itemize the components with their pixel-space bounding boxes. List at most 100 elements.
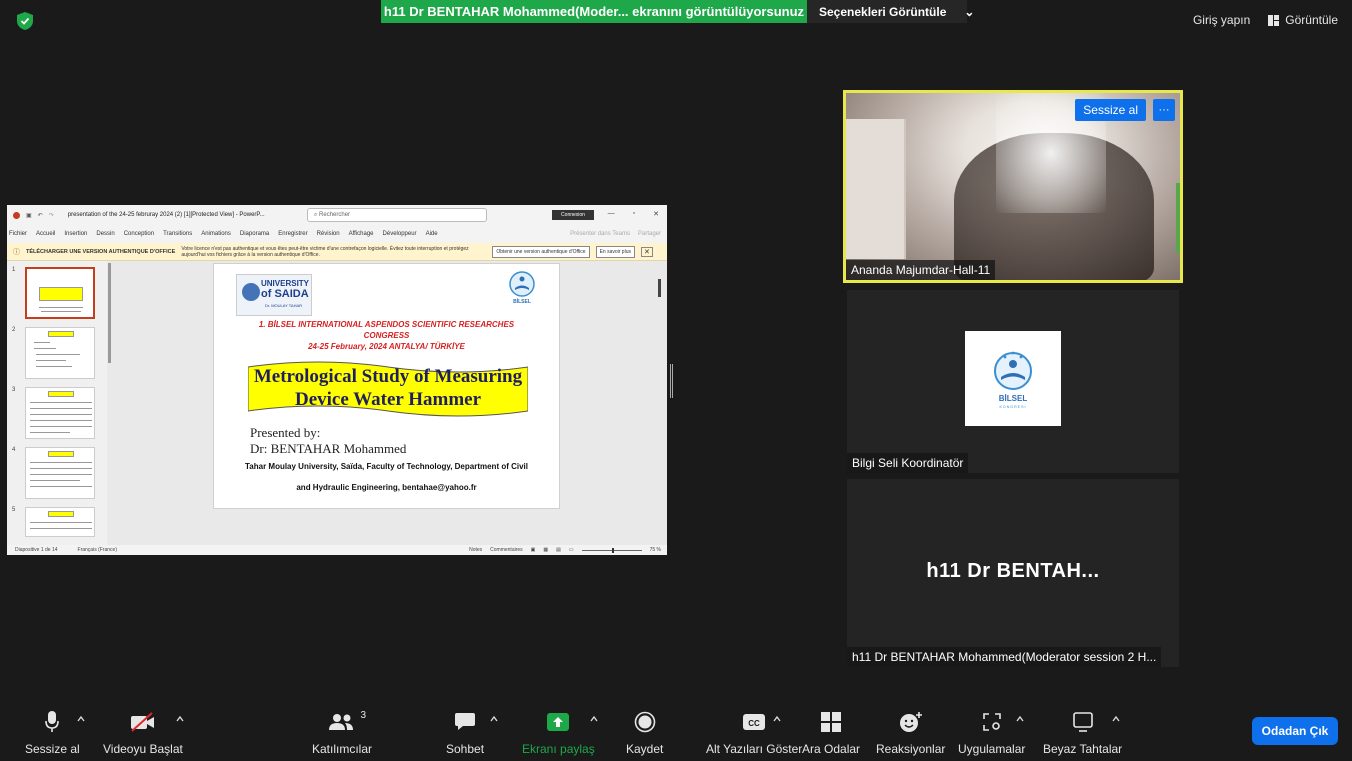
redo-icon[interactable]: ↷	[49, 212, 54, 219]
more-options-button[interactable]: ···	[1153, 99, 1175, 121]
menu-revision[interactable]: Révision	[317, 231, 340, 237]
normal-view-icon[interactable]: ▣	[531, 547, 536, 553]
chat-options-caret-icon[interactable]	[490, 715, 498, 723]
globe-icon	[242, 283, 260, 301]
menu-conception[interactable]: Conception	[124, 231, 154, 237]
view-label: Görüntüle	[1285, 13, 1338, 27]
breakout-rooms-icon	[821, 712, 842, 732]
menu-fichier[interactable]: Fichier	[9, 231, 27, 237]
video-off-icon	[130, 712, 154, 732]
video-options-caret-icon[interactable]	[176, 715, 184, 723]
captions-options-caret-icon[interactable]	[773, 715, 781, 723]
show-captions-label: Alt Yazıları Göster	[706, 742, 803, 756]
slide-thumbnail[interactable]	[25, 267, 95, 319]
menu-dessin[interactable]: Dessin	[96, 231, 114, 237]
start-video-label: Videoyu Başlat	[103, 742, 183, 756]
slide-thumbnails-panel[interactable]: 1 2 3 4 5	[7, 261, 107, 545]
language: Français (France)	[77, 547, 117, 553]
powerpoint-app-icon	[13, 211, 20, 219]
view-button[interactable]: Görüntüle	[1268, 13, 1338, 27]
record-label: Kaydet	[626, 742, 664, 756]
zoom-slider[interactable]	[581, 547, 642, 553]
record-icon	[634, 711, 655, 733]
share-options-caret-icon[interactable]	[590, 715, 598, 723]
affiliation-line2: and Hydraulic Engineering, bentahae@yaho…	[296, 483, 477, 492]
thumbnails-scrollbar[interactable]	[108, 263, 111, 363]
menu-aide[interactable]: Aide	[426, 231, 438, 237]
slide-thumbnail[interactable]	[25, 327, 95, 379]
close-icon[interactable]: ✕	[653, 210, 659, 218]
warning-message: Votre licence n'est pas authentique et v…	[181, 245, 469, 258]
menu-developpeur[interactable]: Développeur	[383, 231, 417, 237]
closed-captions-icon: CC	[743, 714, 766, 730]
menu-insertion[interactable]: Insertion	[64, 231, 87, 237]
connect-button[interactable]: Connexion	[552, 210, 594, 220]
info-icon: ⓘ	[13, 248, 20, 256]
minimize-icon[interactable]: —	[608, 210, 615, 218]
leave-room-button[interactable]: Odadan Çık	[1252, 717, 1338, 745]
shared-screen[interactable]: ▣ ↶ ↷ presentation of the 24-25 februray…	[7, 205, 667, 555]
slide-thumbnail[interactable]	[25, 387, 95, 439]
chat-button[interactable]: Sohbet	[446, 710, 484, 756]
zoom-meeting-window: h11 Dr BENTAHAR Mohammed(Moder... ekranı…	[0, 0, 1352, 761]
slide-thumbnail[interactable]	[25, 447, 95, 499]
bilsel-logo-text: BİLSEL	[999, 394, 1028, 403]
record-button[interactable]: Kaydet	[626, 710, 663, 756]
menu-diaporama[interactable]: Diaporama	[240, 231, 269, 237]
menu-transitions[interactable]: Transitions	[163, 231, 192, 237]
view-options-dropdown[interactable]: Seçenekleri Görüntüle ⌄	[807, 0, 974, 23]
restore-icon[interactable]: ▫	[633, 210, 635, 218]
participant-display-name: h11 Dr BENTAH...	[926, 560, 1100, 582]
present-in-teams-button[interactable]: Présenter dans Teams	[570, 231, 630, 237]
mute-options-caret-icon[interactable]	[77, 715, 85, 723]
whiteboard-icon	[1072, 712, 1093, 732]
bilsel-logo-subtext: KONGRESİ	[1000, 404, 1027, 409]
closed-captions-icon-text: CC	[748, 719, 760, 728]
breakout-rooms-button[interactable]: Ara Odalar	[802, 710, 860, 756]
powerpoint-titlebar: ▣ ↶ ↷ presentation of the 24-25 februray…	[7, 205, 667, 225]
panel-resize-handle[interactable]	[670, 364, 673, 398]
current-slide[interactable]: UNIVERSITY of SAIDA Dr. MOULAY TAHAR BİL…	[213, 263, 560, 509]
slide-thumbnail[interactable]	[25, 507, 95, 537]
security-shield-icon[interactable]	[17, 12, 33, 30]
learn-more-button[interactable]: En savoir plus	[595, 245, 635, 258]
get-authentic-office-button[interactable]: Obtenir une version authentique d'Office	[492, 245, 590, 258]
powerpoint-statusbar: Diapositive 1 de 14 Français (France) No…	[7, 545, 667, 555]
mute-button[interactable]: Sessize al	[25, 710, 80, 756]
participant-tile-active-speaker[interactable]: Sessize al ··· Ananda Majumdar-Hall-11	[843, 90, 1183, 283]
whiteboards-button[interactable]: Beyaz Tahtalar	[1043, 710, 1122, 756]
thumb-number: 5	[12, 507, 16, 513]
affiliation-line1: Tahar Moulay University, Saïda, Faculty …	[244, 462, 528, 471]
apps-options-caret-icon[interactable]	[1016, 715, 1024, 723]
menu-accueil[interactable]: Accueil	[36, 231, 55, 237]
view-options-label: Seçenekleri Görüntüle	[819, 4, 947, 19]
whiteboard-options-caret-icon[interactable]	[1112, 715, 1120, 723]
menu-affichage[interactable]: Affichage	[349, 231, 374, 237]
university-logo-line3: Dr. MOULAY TAHAR	[265, 303, 303, 308]
mute-label: Sessize al	[25, 742, 80, 756]
slide-scrollbar[interactable]	[658, 279, 661, 297]
sign-in-link[interactable]: Giriş yapın	[1193, 13, 1250, 27]
start-video-button[interactable]: Videoyu Başlat	[103, 710, 183, 756]
participants-count: 3	[360, 710, 366, 721]
undo-icon[interactable]: ↶	[38, 212, 43, 219]
reactions-button[interactable]: Reaksiyonlar	[876, 710, 945, 756]
menu-enregistrer[interactable]: Enregistrer	[278, 231, 307, 237]
slideshow-icon[interactable]: ▭	[569, 547, 574, 553]
slide-sorter-icon[interactable]: ▦	[543, 547, 548, 553]
notes-button[interactable]: Notes	[469, 547, 482, 553]
share-button[interactable]: Partager	[638, 231, 661, 237]
show-captions-button[interactable]: CC Alt Yazıları Göster	[706, 710, 802, 756]
powerpoint-search[interactable]: ⌕ Rechercher	[307, 208, 487, 222]
comments-button[interactable]: Commentaires	[490, 547, 523, 553]
participants-label: Katılımcılar	[312, 742, 373, 756]
participants-button[interactable]: 3 Katılımcılar	[312, 710, 372, 756]
participant-tile[interactable]: h11 Dr BENTAH... h11 Dr BENTAHAR Mohamme…	[847, 479, 1179, 667]
mute-participant-button[interactable]: Sessize al	[1075, 99, 1146, 121]
save-icon[interactable]: ▣	[26, 212, 32, 219]
participant-tile[interactable]: BİLSEL KONGRESİ Bilgi Seli Koordinatör	[847, 290, 1179, 473]
share-screen-button[interactable]: Ekranı paylaş	[522, 710, 595, 756]
reading-view-icon[interactable]: ▤	[556, 547, 561, 553]
close-warning-icon[interactable]: ✕	[640, 246, 653, 257]
menu-animations[interactable]: Animations	[201, 231, 231, 237]
